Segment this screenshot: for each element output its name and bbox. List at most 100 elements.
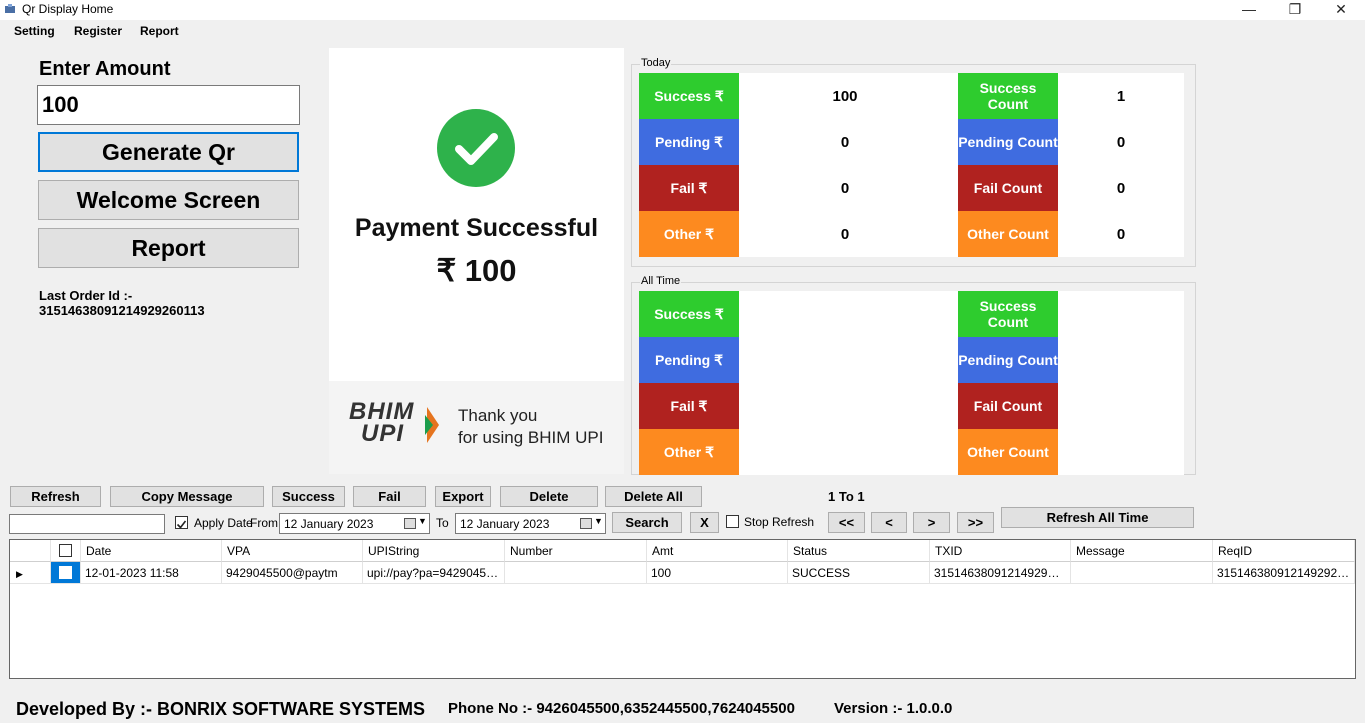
transactions-grid: Date VPA UPIString Number Amt Status TXI… — [9, 539, 1356, 679]
menu-bar: Setting Register Report — [0, 20, 1365, 42]
from-label: From — [250, 516, 278, 530]
cell-reqid[interactable]: 31514638091214929260... — [1213, 562, 1355, 584]
app-icon — [5, 4, 15, 13]
thanks-line2: for using BHIM UPI — [458, 428, 604, 447]
export-button[interactable]: Export — [435, 486, 491, 507]
to-label: To — [436, 516, 449, 530]
today-pending-amount: 0 — [840, 134, 850, 151]
cell-date[interactable]: 12-01-2023 11:58 — [81, 562, 222, 584]
calendar-icon — [404, 518, 416, 529]
apply-date-label: Apply Date — [194, 516, 253, 530]
copy-message-button[interactable]: Copy Message — [110, 486, 264, 507]
window-title: Qr Display Home — [22, 2, 114, 16]
table-row-checkbox-cell[interactable] — [51, 562, 81, 584]
first-page-button[interactable]: << — [828, 512, 865, 533]
alltime-other-amount-label: Other ₹ — [639, 429, 739, 475]
refresh-button[interactable]: Refresh — [10, 486, 101, 507]
column-header-number[interactable]: Number — [505, 540, 647, 562]
title-bar: Qr Display Home — ❐ ✕ — [0, 0, 1365, 20]
row-selector[interactable]: ▶ — [10, 562, 51, 584]
column-header-txid[interactable]: TXID — [930, 540, 1071, 562]
cell-number[interactable] — [505, 562, 647, 584]
payment-amount: ₹ 100 — [436, 253, 517, 288]
prev-page-button[interactable]: < — [871, 512, 907, 533]
today-success-amount-label: Success ₹ — [639, 73, 739, 119]
alltime-pending-count-label: Pending Count — [958, 337, 1058, 383]
column-header-amt[interactable]: Amt — [647, 540, 788, 562]
all-time-panel: Success ₹ Pending ₹ Fail ₹ Other ₹ Succe… — [639, 291, 1184, 475]
cell-amt[interactable]: 100 — [647, 562, 788, 584]
clear-button[interactable]: X — [690, 512, 719, 533]
today-fail-amount-label: Fail ₹ — [639, 165, 739, 211]
alltime-success-count-label: Success Count — [958, 291, 1058, 337]
stop-refresh-checkbox[interactable] — [726, 515, 739, 528]
last-order-id: 315146380912149292601​13 — [39, 303, 205, 318]
today-pending-count-label: Pending Count — [958, 119, 1058, 165]
menu-register[interactable]: Register — [74, 24, 122, 38]
delete-all-button[interactable]: Delete All — [605, 486, 702, 507]
from-date-picker[interactable]: 12 January 2023 ▼ — [279, 513, 430, 534]
welcome-screen-button[interactable]: Welcome Screen — [38, 180, 299, 220]
select-all-checkbox[interactable] — [59, 544, 72, 557]
today-success-amount: 100 — [832, 88, 858, 105]
cell-status[interactable]: SUCCESS — [788, 562, 930, 584]
today-pending-count: 0 — [1116, 134, 1126, 151]
minimize-button[interactable]: — — [1226, 0, 1272, 20]
column-header-reqid[interactable]: ReqID — [1213, 540, 1355, 562]
success-filter-button[interactable]: Success — [272, 486, 345, 507]
column-header-date[interactable]: Date — [81, 540, 222, 562]
last-order: Last Order Id :- 315146380912149292601​1… — [39, 288, 205, 318]
to-date-value: 12 January 2023 — [460, 517, 550, 531]
report-button[interactable]: Report — [38, 228, 299, 268]
today-success-count-label: Success Count — [958, 73, 1058, 119]
today-pending-amount-label: Pending ₹ — [639, 119, 739, 165]
menu-report[interactable]: Report — [140, 24, 179, 38]
search-button[interactable]: Search — [612, 512, 682, 533]
refresh-all-time-button[interactable]: Refresh All Time — [1001, 507, 1194, 528]
cell-upistring[interactable]: upi://pay?pa=942904550... — [363, 562, 505, 584]
current-row-arrow-icon: ▶ — [16, 569, 23, 579]
cell-message[interactable] — [1071, 562, 1213, 584]
today-label: Today — [640, 57, 672, 69]
amount-input[interactable] — [37, 85, 300, 125]
next-page-button[interactable]: > — [913, 512, 950, 533]
today-fail-count-label: Fail Count — [958, 165, 1058, 211]
upi-arrow-icon — [425, 407, 439, 443]
alltime-fail-amount-label: Fail ₹ — [639, 383, 739, 429]
dropdown-arrow-icon: ▼ — [418, 516, 427, 526]
payment-status: Payment Successful — [354, 214, 599, 242]
row-checkbox[interactable] — [59, 566, 72, 579]
generate-qr-button[interactable]: Generate Qr — [38, 132, 299, 172]
today-other-count: 0 — [1116, 226, 1126, 243]
last-page-button[interactable]: >> — [957, 512, 994, 533]
calendar-icon — [580, 518, 592, 529]
today-fail-amount: 0 — [840, 180, 850, 197]
row-header-corner — [10, 540, 51, 562]
search-text-input[interactable] — [9, 514, 165, 534]
restore-button[interactable]: ❐ — [1272, 0, 1318, 20]
menu-setting[interactable]: Setting — [14, 24, 55, 38]
apply-date-checkbox[interactable] — [175, 516, 188, 529]
column-header-status[interactable]: Status — [788, 540, 930, 562]
check-icon — [176, 520, 187, 529]
delete-button[interactable]: Delete — [500, 486, 598, 507]
to-date-picker[interactable]: 12 January 2023 ▼ — [455, 513, 606, 534]
thanks-line1: Thank you — [458, 406, 538, 425]
cell-vpa[interactable]: 9429045500@paytm — [222, 562, 363, 584]
all-time-label: All Time — [640, 275, 682, 287]
today-fail-count: 0 — [1116, 180, 1126, 197]
column-header-message[interactable]: Message — [1071, 540, 1213, 562]
today-other-amount: 0 — [840, 226, 850, 243]
alltime-pending-amount-label: Pending ₹ — [639, 337, 739, 383]
alltime-success-amount-label: Success ₹ — [639, 291, 739, 337]
fail-filter-button[interactable]: Fail — [353, 486, 426, 507]
column-header-upistring[interactable]: UPIString — [363, 540, 505, 562]
cell-txid[interactable]: 31514638091214929260... — [930, 562, 1071, 584]
alltime-fail-count-label: Fail Count — [958, 383, 1058, 429]
today-success-count: 1 — [1116, 88, 1126, 105]
close-button[interactable]: ✕ — [1318, 0, 1364, 20]
today-panel: Success ₹ Pending ₹ Fail ₹ Other ₹ 100 0… — [639, 73, 1184, 257]
version-info: Version :- 1.0.0.0 — [834, 700, 953, 717]
alltime-other-count-label: Other Count — [958, 429, 1058, 475]
column-header-vpa[interactable]: VPA — [222, 540, 363, 562]
